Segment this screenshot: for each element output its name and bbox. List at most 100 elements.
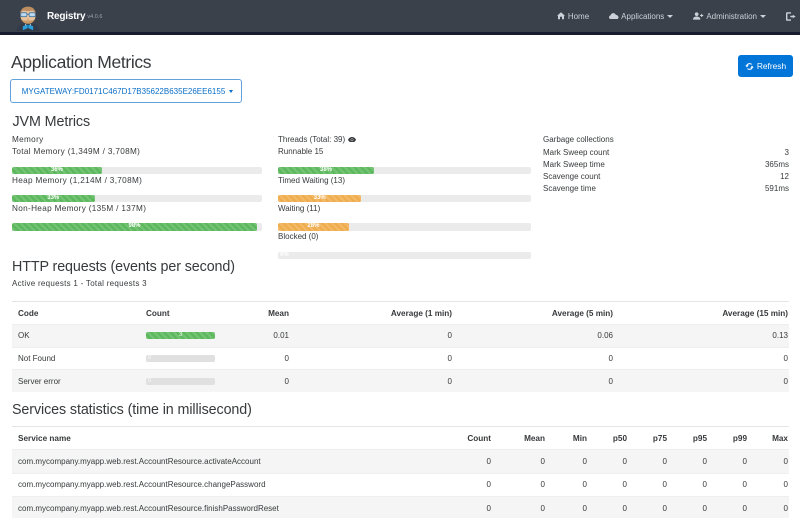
table-cell: 0 <box>668 496 708 518</box>
table-cell: 0 <box>438 473 492 496</box>
timed-waiting-progressbar: 33% <box>278 195 531 202</box>
table-cell: 0 <box>290 325 453 348</box>
nav-item-label: Home <box>568 12 589 21</box>
http-requests-title: HTTP requests (events per second) <box>12 259 235 276</box>
count-bar-value: 3 <box>179 332 182 339</box>
http-requests-subtitle: Active requests 1 - Total requests 3 <box>12 279 147 288</box>
col-count: Count <box>140 302 215 325</box>
gc-label: Scavenge time <box>543 183 596 195</box>
table-cell: 0 <box>438 450 492 473</box>
metric-label: Total Memory (1,349M / 3,708M) <box>12 146 262 158</box>
progress-value-label: 0% <box>280 252 289 259</box>
user-plus-icon <box>693 12 704 20</box>
table-header-cell: Max <box>748 426 789 450</box>
runnable-progressbar: 38% <box>278 167 531 174</box>
col-avg15: Average (15 min) <box>614 302 789 325</box>
table-cell: Not Found <box>12 347 140 370</box>
count-bar: 0 <box>146 378 215 385</box>
refresh-label: Refresh <box>757 61 786 71</box>
heap-memory-progressbar: 33% <box>12 195 262 202</box>
table-cell: 0 <box>708 473 748 496</box>
gc-value: 12 <box>780 171 789 183</box>
table-cell: 0 <box>453 370 614 393</box>
table-header-cell: p50 <box>588 426 628 450</box>
nav-item-label: Administration <box>706 12 757 21</box>
eye-icon[interactable] <box>348 135 356 144</box>
gc-row: Scavenge time 591ms <box>543 183 789 195</box>
table-cell: 0 <box>748 450 789 473</box>
table-row: Not Found 0 0 0 0 0 <box>12 347 789 370</box>
services-statistics-title: Services statistics (time in millisecond… <box>12 402 252 419</box>
http-requests-table: Code Count Mean Average (1 min) Average … <box>12 301 789 392</box>
table-cell: 0 <box>215 370 290 393</box>
services-statistics-table: Service name Count Mean Min p50 p75 p95 … <box>12 426 789 518</box>
instance-selector[interactable]: MYGATEWAY:FD0171C467D17B35622B635E26EE61… <box>10 79 242 103</box>
progress-value-label: 38% <box>320 167 332 174</box>
nav-item-label: Applications <box>621 12 664 21</box>
jhipster-logo-icon <box>16 5 40 31</box>
col-service-name: Service name <box>12 426 438 450</box>
table-cell: 0 <box>215 347 290 370</box>
nav-item-administration[interactable]: Administration <box>683 12 776 21</box>
table-header-row: Code Count Mean Average (1 min) Average … <box>12 302 789 325</box>
table-cell: Server error <box>12 370 140 393</box>
table-cell: 0 <box>614 347 789 370</box>
page-title: Application Metrics <box>11 52 151 73</box>
navbar-menu: Home Applications Administration <box>547 0 800 32</box>
refresh-button[interactable]: Refresh <box>738 55 793 77</box>
table-cell: com.mycompany.myapp.web.rest.AccountReso… <box>12 450 438 473</box>
gc-column: Garbage collections Mark Sweep count 3 Ma… <box>543 134 789 259</box>
waiting-progressbar: 28% <box>278 223 531 230</box>
progress-value-label: 36% <box>51 167 63 174</box>
count-bar-value: 0 <box>148 378 151 385</box>
gc-row: Mark Sweep count 3 <box>543 147 789 159</box>
metric-label: Heap Memory (1,214M / 3,708M) <box>12 175 262 187</box>
table-cell: 0 <box>588 450 628 473</box>
table-cell: 3 <box>140 325 215 348</box>
gc-value: 365ms <box>765 159 789 171</box>
table-cell: 0 <box>668 450 708 473</box>
memory-column: Memory Total Memory (1,349M / 3,708M) 36… <box>12 134 262 259</box>
col-code: Code <box>12 302 140 325</box>
table-cell: 0 <box>290 347 453 370</box>
table-row: OK 3 0.01 0 0.06 0.13 <box>12 325 789 348</box>
metric-label: Runnable 15 <box>278 146 531 158</box>
metric-label: Timed Waiting (13) <box>278 175 531 187</box>
gc-value: 591ms <box>765 183 789 195</box>
nav-item-applications[interactable]: Applications <box>599 12 683 21</box>
table-header-cell: p99 <box>708 426 748 450</box>
table-header-cell: p75 <box>628 426 668 450</box>
nav-item-home[interactable]: Home <box>547 12 599 21</box>
memory-section-label: Memory <box>12 134 262 146</box>
table-header-row: Service name Count Mean Min p50 p75 p95 … <box>12 426 789 450</box>
nav-item-signout[interactable] <box>776 12 800 21</box>
count-bar-value: 0 <box>148 355 151 362</box>
progress-value-label: 28% <box>307 223 319 230</box>
gc-value: 3 <box>785 147 789 159</box>
jvm-metrics-grid: Memory Total Memory (1,349M / 3,708M) 36… <box>12 134 789 259</box>
col-avg5: Average (5 min) <box>453 302 614 325</box>
sign-out-icon <box>786 12 796 21</box>
chevron-down-icon <box>760 15 766 18</box>
table-cell: 0 <box>588 496 628 518</box>
table-cell: 0 <box>628 450 668 473</box>
gc-label: Mark Sweep count <box>543 147 609 159</box>
refresh-icon <box>745 62 754 71</box>
table-cell: 0.01 <box>215 325 290 348</box>
table-cell: 0 <box>546 496 588 518</box>
home-icon <box>557 12 565 20</box>
brand[interactable]: Registry v4.0.6 <box>16 2 102 31</box>
table-row: Server error 0 0 0 0 0 <box>12 370 789 393</box>
table-row: com.mycompany.myapp.web.rest.AccountReso… <box>12 450 789 473</box>
chevron-down-icon <box>667 15 673 18</box>
table-cell: 0 <box>588 473 628 496</box>
table-cell: 0 <box>492 473 546 496</box>
progress-value-label: 33% <box>47 195 59 202</box>
table-cell: 0 <box>140 370 215 393</box>
table-cell: 0 <box>748 473 789 496</box>
gc-label: Scavenge count <box>543 171 600 183</box>
gc-section-label: Garbage collections <box>543 134 789 146</box>
table-header-cell: Mean <box>492 426 546 450</box>
table-cell: 0.13 <box>614 325 789 348</box>
threads-column: Threads (Total: 39) Runnable 15 38% Time… <box>278 134 531 259</box>
